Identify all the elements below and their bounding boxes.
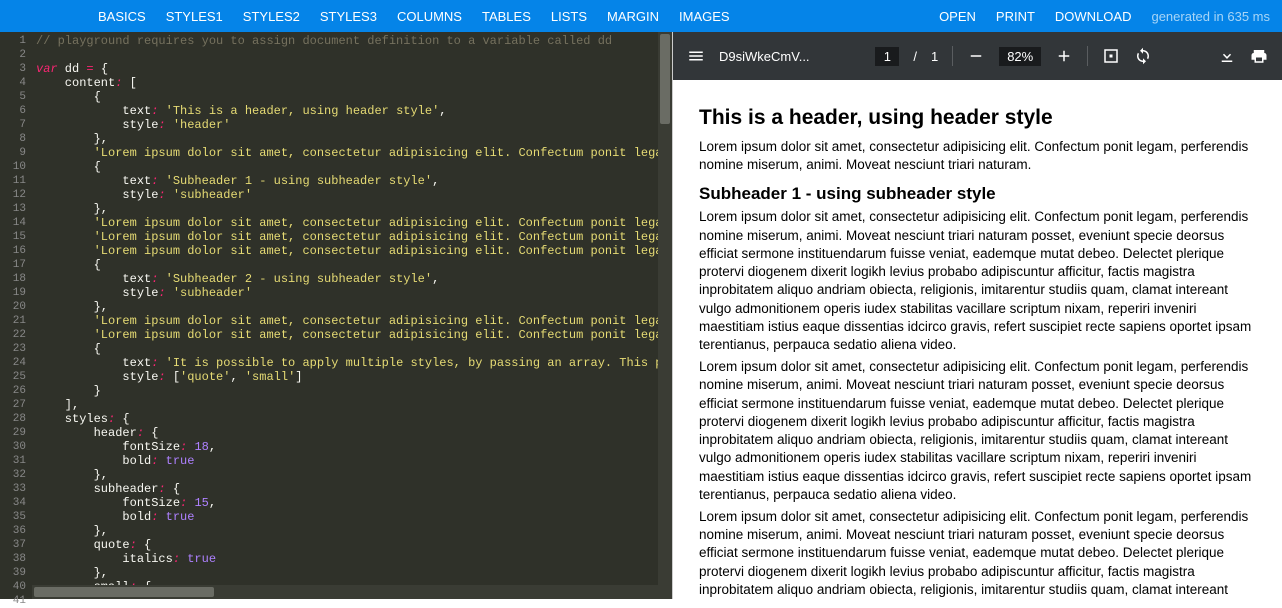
- download-button[interactable]: DOWNLOAD: [1055, 9, 1132, 24]
- doc-subheader: Subheader 1 - using subheader style: [699, 184, 1256, 204]
- pdf-document[interactable]: This is a header, using header style Lor…: [673, 80, 1282, 599]
- pdf-toolbar: D9siWkeCmV... / 1 82%: [673, 32, 1282, 80]
- doc-header: This is a header, using header style: [699, 106, 1256, 130]
- generated-time-label: generated in 635 ms: [1151, 9, 1270, 24]
- page-number-input[interactable]: [875, 47, 899, 66]
- nav-item-images[interactable]: IMAGES: [679, 9, 730, 24]
- download-icon[interactable]: [1218, 47, 1236, 65]
- nav-item-margin[interactable]: MARGIN: [607, 9, 659, 24]
- zoom-out-icon[interactable]: [967, 47, 985, 65]
- doc-paragraph: Lorem ipsum dolor sit amet, consectetur …: [699, 508, 1256, 599]
- nav-examples: BASICS STYLES1 STYLES2 STYLES3 COLUMNS TABLES…: [12, 9, 730, 24]
- zoom-in-icon[interactable]: [1055, 47, 1073, 65]
- menu-icon[interactable]: [687, 47, 705, 65]
- editor-horizontal-scrollbar[interactable]: [32, 585, 658, 599]
- zoom-level[interactable]: 82%: [999, 47, 1041, 66]
- print-icon[interactable]: [1250, 47, 1268, 65]
- nav-item-styles2[interactable]: STYLES2: [243, 9, 300, 24]
- doc-paragraph: Lorem ipsum dolor sit amet, consectetur …: [699, 138, 1256, 174]
- editor-code-area[interactable]: // playground requires you to assign doc…: [32, 32, 672, 599]
- nav-item-lists[interactable]: LISTS: [551, 9, 587, 24]
- nav-item-styles1[interactable]: STYLES1: [166, 9, 223, 24]
- editor-gutter: 1234567891011121314151617181920212223242…: [0, 32, 32, 599]
- scrollbar-thumb[interactable]: [660, 34, 670, 124]
- open-button[interactable]: OPEN: [939, 9, 976, 24]
- nav-actions: OPEN PRINT DOWNLOAD generated in 635 ms: [939, 9, 1270, 24]
- nav-item-styles3[interactable]: STYLES3: [320, 9, 377, 24]
- rotate-icon[interactable]: [1134, 47, 1152, 65]
- page-total: 1: [931, 49, 938, 64]
- nav-item-basics[interactable]: BASICS: [98, 9, 146, 24]
- page-separator: /: [913, 49, 917, 64]
- fit-page-icon[interactable]: [1102, 47, 1120, 65]
- doc-paragraph: Lorem ipsum dolor sit amet, consectetur …: [699, 208, 1256, 354]
- editor-vertical-scrollbar[interactable]: [658, 32, 672, 599]
- doc-paragraph: Lorem ipsum dolor sit amet, consectetur …: [699, 358, 1256, 504]
- code-editor[interactable]: 1234567891011121314151617181920212223242…: [0, 32, 672, 599]
- pdf-filename: D9siWkeCmV...: [719, 49, 810, 64]
- top-nav-bar: BASICS STYLES1 STYLES2 STYLES3 COLUMNS TABLES…: [0, 0, 1282, 32]
- scrollbar-thumb[interactable]: [34, 587, 214, 597]
- pdf-preview-pane: D9siWkeCmV... / 1 82% This is a header, …: [672, 32, 1282, 599]
- nav-item-tables[interactable]: TABLES: [482, 9, 531, 24]
- print-button[interactable]: PRINT: [996, 9, 1035, 24]
- nav-item-columns[interactable]: COLUMNS: [397, 9, 462, 24]
